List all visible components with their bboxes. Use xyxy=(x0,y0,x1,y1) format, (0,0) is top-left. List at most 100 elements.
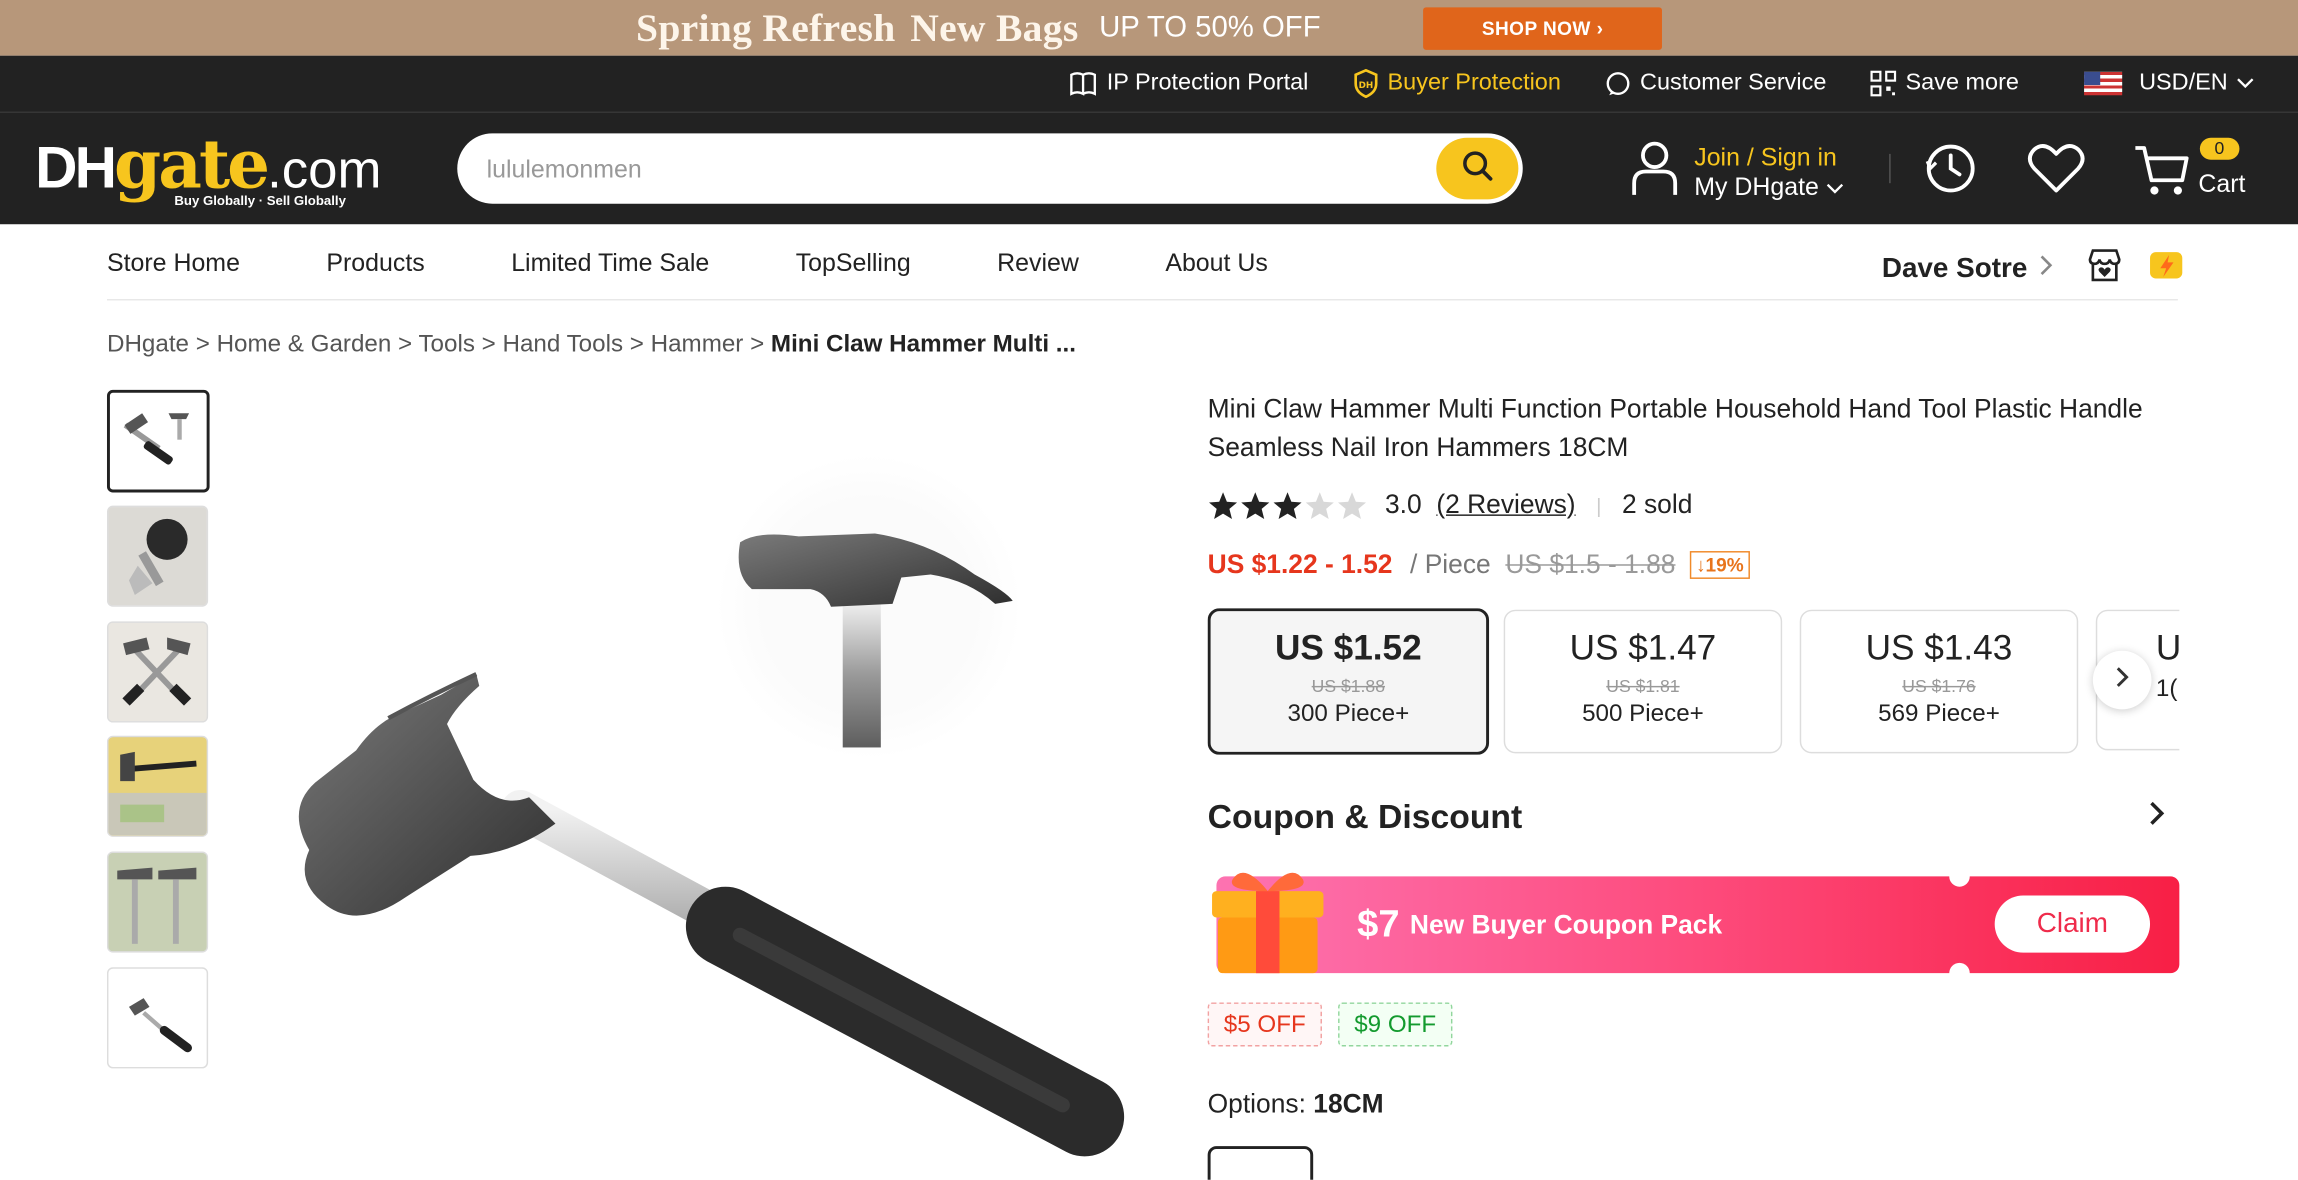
price-tier-3[interactable]: US $1.43 US $1.76 569 Piece+ xyxy=(1799,609,2079,754)
cart-link[interactable]: Cart xyxy=(2198,170,2245,199)
rating-row: 3.0 (2 Reviews) | 2 sold xyxy=(1208,490,1692,521)
thumbnail-4[interactable] xyxy=(106,735,209,837)
reviews-link[interactable]: (2 Reviews) xyxy=(1436,490,1575,521)
claim-button[interactable]: Claim xyxy=(1994,895,2151,953)
price-tier-2[interactable]: US $1.47 US $1.81 500 Piece+ xyxy=(1503,609,1783,754)
store-nav: Store Home Products Limited Time Sale To… xyxy=(0,224,2298,301)
my-dhgate-label: My DHgate xyxy=(1694,172,1819,201)
price-tiers: US $1.52 US $1.88 300 Piece+ US $1.47 US… xyxy=(1207,608,2180,755)
page: Spring Refresh New Bags UP TO 50% OFF SH… xyxy=(0,0,2298,1180)
dhgate-logo[interactable]: DHgate.com Buy Globally · Sell Globally xyxy=(35,125,381,209)
star-icon xyxy=(1305,491,1334,519)
flash-deal-icon[interactable] xyxy=(2148,246,2186,293)
star-icon xyxy=(1337,491,1367,519)
search-button[interactable] xyxy=(1436,137,1519,200)
chevron-down-icon xyxy=(2237,78,2255,90)
customer-service-link[interactable]: Customer Service xyxy=(1605,70,1826,96)
main-header: DHgate.com Buy Globally · Sell Globally … xyxy=(0,112,2298,225)
discount-badge: ↓19% xyxy=(1690,551,1750,579)
nav-review[interactable]: Review xyxy=(997,249,1079,278)
breadcrumb-current: Mini Claw Hammer Multi ... xyxy=(770,331,1076,358)
thumbnail-6[interactable] xyxy=(106,967,209,1069)
star-icon xyxy=(1209,491,1238,519)
price-row: US $1.22 - 1.52 / Piece US $1.5 - 1.88 ↓… xyxy=(1208,550,1750,581)
search-bar xyxy=(457,133,1523,204)
nav-divider xyxy=(106,298,2178,301)
logo-tagline: Buy Globally · Sell Globally xyxy=(174,193,346,209)
coupon-amount: $7 xyxy=(1357,901,1400,946)
coupon-heading: Coupon & Discount xyxy=(1207,797,1523,836)
my-dhgate-menu[interactable]: My DHgate xyxy=(1694,172,1843,201)
coupon-expand-icon[interactable] xyxy=(2149,800,2167,834)
breadcrumb-item[interactable]: Hammer xyxy=(651,331,744,357)
history-icon[interactable] xyxy=(1923,141,1979,204)
thumbnail-5[interactable] xyxy=(106,851,209,953)
promo-offer: UP TO 50% OFF xyxy=(1099,10,1321,44)
shop-now-button[interactable]: SHOP NOW › xyxy=(1423,6,1663,50)
gift-box-icon xyxy=(1206,859,1329,984)
qr-code-icon xyxy=(1870,70,1897,97)
coupon-chip-9-off[interactable]: $9 OFF xyxy=(1338,1002,1453,1047)
breadcrumb-item[interactable]: Tools xyxy=(418,331,474,357)
search-icon xyxy=(1460,147,1495,190)
store-nav-links: Store Home Products Limited Time Sale To… xyxy=(107,249,1268,278)
store-icon[interactable] xyxy=(2086,246,2124,293)
breadcrumb-item[interactable]: DHgate xyxy=(107,331,189,357)
coupon-chip-5-off[interactable]: $5 OFF xyxy=(1207,1002,1322,1047)
main-product-image[interactable] xyxy=(242,384,1180,1175)
ip-protection-link[interactable]: IP Protection Portal xyxy=(1069,70,1309,96)
thumbnail-1[interactable] xyxy=(106,389,210,493)
store-name-link[interactable]: Dave Sotre xyxy=(1882,246,2186,293)
svg-text:DH: DH xyxy=(1358,81,1373,91)
nav-limited-time-sale[interactable]: Limited Time Sale xyxy=(511,249,709,278)
nav-store-home[interactable]: Store Home xyxy=(107,249,240,278)
chevron-right-icon xyxy=(2115,665,2130,696)
tier-old-price: US $1.88 xyxy=(1311,675,1386,697)
nav-about-us[interactable]: About Us xyxy=(1165,249,1268,278)
star-icon xyxy=(1241,491,1270,519)
coupon-pack-label: New Buyer Coupon Pack xyxy=(1409,910,1723,940)
sign-in-link[interactable]: Join / Sign in xyxy=(1694,143,1843,172)
wishlist-heart-icon[interactable] xyxy=(2027,142,2086,202)
tier-quantity: 500 Piece+ xyxy=(1582,700,1704,727)
account-menu[interactable]: Join / Sign in My DHgate xyxy=(1630,139,1844,205)
rating-divider: | xyxy=(1596,493,1602,517)
options-row: Options: 18CM xyxy=(1208,1089,1384,1120)
current-price: US $1.22 - 1.52 xyxy=(1207,549,1393,579)
logo-dh: DH xyxy=(35,136,117,201)
store-name: Dave Sotre xyxy=(1881,253,2028,285)
coupon-pack-banner[interactable]: $7 New Buyer Coupon Pack Claim xyxy=(1216,866,2180,984)
nav-topselling[interactable]: TopSelling xyxy=(796,249,911,278)
star-icon xyxy=(1273,491,1302,519)
tier-quantity: 300 Piece+ xyxy=(1287,700,1410,727)
breadcrumb-item[interactable]: Hand Tools xyxy=(502,331,623,357)
header-divider xyxy=(1889,153,1891,184)
promo-title: Spring Refresh xyxy=(636,5,896,50)
product-title: Mini Claw Hammer Multi Function Portable… xyxy=(1207,394,2143,462)
price-tier-1[interactable]: US $1.52 US $1.88 300 Piece+ xyxy=(1207,608,1490,755)
promo-banner[interactable]: Spring Refresh New Bags UP TO 50% OFF SH… xyxy=(0,0,2298,56)
save-more-label: Save more xyxy=(1905,70,2019,96)
thumbnail-3[interactable] xyxy=(106,621,209,723)
tier-quantity: 1( xyxy=(2155,675,2178,703)
option-swatch-18cm[interactable] xyxy=(1207,1146,1314,1180)
save-more-link[interactable]: Save more xyxy=(1870,70,2019,97)
user-icon xyxy=(1630,139,1680,205)
nav-products[interactable]: Products xyxy=(326,249,424,278)
tiers-next-button[interactable] xyxy=(2092,650,2152,710)
ip-protection-label: IP Protection Portal xyxy=(1106,70,1309,96)
thumbnail-2[interactable] xyxy=(106,505,209,607)
utility-bar: IP Protection Portal DH Buyer Protection… xyxy=(0,55,2298,113)
breadcrumb-item[interactable]: Home & Garden xyxy=(217,331,392,357)
options-label: Options: xyxy=(1207,1088,1306,1119)
breadcrumb: DHgate > Home & Garden > Tools > Hand To… xyxy=(106,331,1076,358)
price-unit: / Piece xyxy=(1410,549,1491,579)
buyer-protection-link[interactable]: DH Buyer Protection xyxy=(1352,68,1561,99)
coupon-notch xyxy=(1949,962,1970,984)
tier-price: US $1.52 xyxy=(1275,628,1422,669)
chevron-down-icon xyxy=(1826,172,1844,200)
currency-selector[interactable]: USD/EN xyxy=(2083,70,2254,96)
search-input[interactable] xyxy=(483,148,1399,192)
chat-icon xyxy=(1605,70,1631,96)
cart-icon[interactable] xyxy=(2132,142,2191,205)
